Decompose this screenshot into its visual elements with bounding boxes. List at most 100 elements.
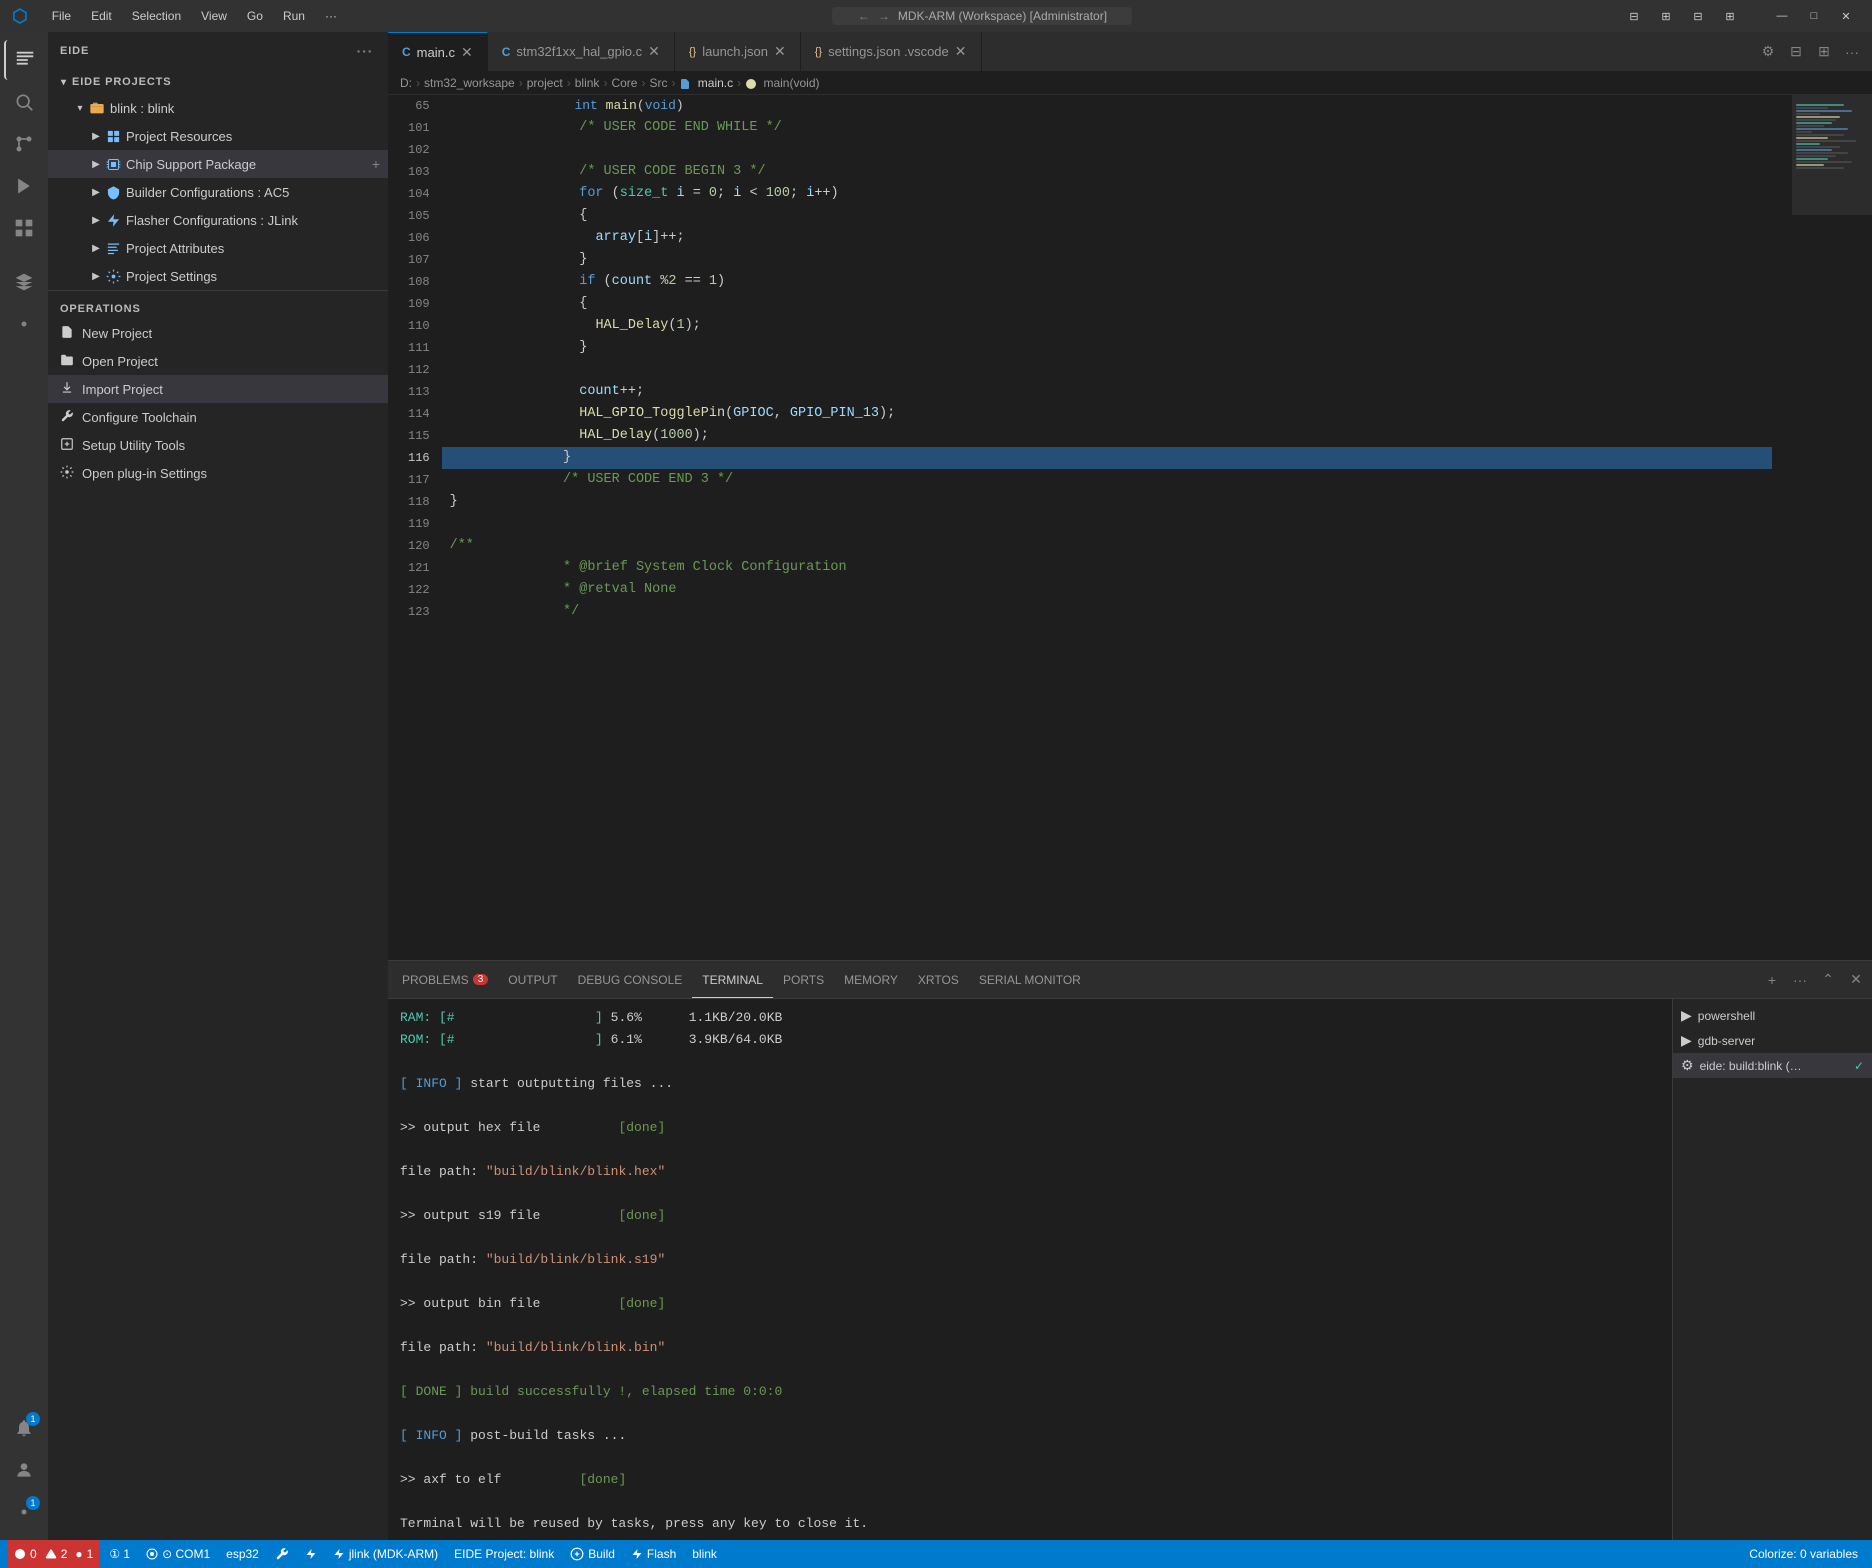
activity-notifications[interactable]: 1 [4, 1408, 44, 1448]
tab-settings-json[interactable]: {} settings.json .vscode ✕ [801, 32, 982, 71]
activity-embedded[interactable] [4, 262, 44, 302]
terminal-line-s19path: file path: "build/blink/blink.s19" [400, 1249, 1660, 1271]
breadcrumb-core[interactable]: Core [611, 76, 637, 90]
tabs-layout-btn[interactable]: ⊞ [1812, 40, 1836, 64]
activity-account[interactable] [4, 1450, 44, 1490]
sidebar-item-project-settings[interactable]: ▶ Project Settings [48, 262, 388, 290]
op-import-project[interactable]: Import Project [48, 375, 388, 403]
tab-main-c-close[interactable]: ✕ [461, 44, 473, 61]
terminal-tab-memory[interactable]: MEMORY [834, 961, 908, 998]
status-com1[interactable]: ⊙ COM1 [140, 1540, 216, 1568]
activity-source-control[interactable] [4, 124, 44, 164]
tab-launch-json[interactable]: {} launch.json ✕ [675, 32, 801, 71]
tab-stm32-label: stm32f1xx_hal_gpio.c [516, 44, 642, 59]
terminal-tab-terminal[interactable]: TERMINAL [692, 961, 773, 998]
status-flash-icon[interactable] [299, 1540, 323, 1568]
terminal-tab-output[interactable]: OUTPUT [498, 961, 567, 998]
tab-stm32-close[interactable]: ✕ [648, 43, 660, 60]
activity-run-debug[interactable] [4, 166, 44, 206]
layout-btn-3[interactable]: ⊟ [1684, 6, 1712, 26]
tabs-settings-btn[interactable]: ⚙ [1756, 40, 1780, 64]
breadcrumb-mainc[interactable]: main.c [679, 76, 733, 90]
terminal-tab-ports[interactable]: PORTS [773, 961, 834, 998]
shell-gdb-server[interactable]: ▶ gdb-server [1673, 1028, 1872, 1053]
status-jlink[interactable]: jlink (MDK-ARM) [327, 1540, 444, 1568]
terminal-tab-debug-console[interactable]: DEBUG CONSOLE [568, 961, 693, 998]
layout-btn-2[interactable]: ⊞ [1652, 6, 1680, 26]
nav-back[interactable]: ← [858, 9, 870, 23]
status-esp32[interactable]: esp32 [220, 1540, 265, 1568]
activity-settings-side[interactable] [4, 304, 44, 344]
terminal-more-btn[interactable]: ··· [1788, 968, 1812, 992]
menu-view[interactable]: View [193, 7, 235, 25]
status-flash-btn[interactable]: Flash [625, 1540, 682, 1568]
layout-btn-1[interactable]: ⊟ [1620, 6, 1648, 26]
terminal-close-btn[interactable]: ✕ [1844, 968, 1868, 992]
chip-support-icon [104, 155, 122, 173]
tab-stm32-hal[interactable]: C stm32f1xx_hal_gpio.c ✕ [488, 32, 675, 71]
sidebar-more-actions[interactable]: ··· [354, 40, 376, 62]
sidebar-item-project-resources[interactable]: ▶ Project Resources [48, 122, 388, 150]
sidebar-item-chip-support-package[interactable]: ▶ Chip Support Package + [48, 150, 388, 178]
sidebar-item-project-attributes[interactable]: ▶ Project Attributes [48, 234, 388, 262]
terminal-label: TERMINAL [702, 973, 763, 987]
terminal-tab-xrtos[interactable]: XRTOS [908, 961, 969, 998]
status-blink[interactable]: blink [686, 1540, 723, 1568]
terminal-output[interactable]: RAM: [# ] 5.6% 1.1KB/20.0KB ROM: [# ] 6.… [388, 999, 1672, 1540]
sidebar-item-builder-configs[interactable]: ▶ Builder Configurations : AC5 [48, 178, 388, 206]
breadcrumb-workspace[interactable]: stm32_worksape [424, 76, 515, 90]
activity-explorer[interactable] [4, 40, 44, 80]
shell-eide-build[interactable]: ⚙ eide: build:blink (… ✓ [1673, 1053, 1872, 1078]
breadcrumb-src[interactable]: Src [649, 76, 667, 90]
win-close-btn[interactable]: ✕ [1832, 6, 1860, 26]
code-lines[interactable]: int main(void) /* USER CODE END WHILE */… [442, 95, 1792, 960]
terminal-collapse-btn[interactable]: ⌃ [1816, 968, 1840, 992]
debug-console-label: DEBUG CONSOLE [578, 973, 683, 987]
tabs-split-btn[interactable]: ⊟ [1784, 40, 1808, 64]
breadcrumb-blink[interactable]: blink [575, 76, 600, 90]
terminal-tab-serial-monitor[interactable]: SERIAL MONITOR [969, 961, 1091, 998]
tab-settings-close[interactable]: ✕ [955, 43, 967, 60]
tabs-more-btn[interactable]: ··· [1840, 40, 1864, 64]
menu-edit[interactable]: Edit [83, 7, 120, 25]
menu-selection[interactable]: Selection [124, 7, 189, 25]
win-minimize-btn[interactable]: — [1768, 6, 1796, 26]
status-errors[interactable]: 0 2 ● 1 [8, 1540, 99, 1568]
operations-header: OPERATIONS [48, 299, 388, 319]
op-setup-utility-tools[interactable]: Setup Utility Tools [48, 431, 388, 459]
colorize-label: Colorize: 0 variables [1749, 1547, 1858, 1561]
breadcrumb-d[interactable]: D: [400, 76, 412, 90]
activity-extensions[interactable] [4, 208, 44, 248]
menu-go[interactable]: Go [239, 7, 271, 25]
layout-btn-4[interactable]: ⊞ [1716, 6, 1744, 26]
menu-file[interactable]: File [44, 7, 79, 25]
activity-manage[interactable]: 1 [4, 1492, 44, 1532]
blink-project-label: blink : blink [110, 101, 380, 116]
breadcrumb-main-void[interactable]: main(void) [745, 76, 819, 90]
tab-launch-close[interactable]: ✕ [774, 43, 786, 60]
sidebar-item-flasher-configs[interactable]: ▶ Flasher Configurations : JLink [48, 206, 388, 234]
blink-project[interactable]: ▾ blink : blink [48, 94, 388, 122]
status-build-btn[interactable]: Build [564, 1540, 621, 1568]
menu-run[interactable]: Run [275, 7, 313, 25]
status-build-icon[interactable] [269, 1540, 295, 1568]
status-eide-project[interactable]: EIDE Project: blink [448, 1540, 560, 1568]
breadcrumb-project[interactable]: project [527, 76, 563, 90]
op-open-project[interactable]: Open Project [48, 347, 388, 375]
op-open-plugin-settings[interactable]: Open plug-in Settings [48, 459, 388, 487]
tab-main-c[interactable]: C main.c ✕ [388, 32, 488, 71]
terminal-add-btn[interactable]: + [1760, 968, 1784, 992]
status-colorize[interactable]: Colorize: 0 variables [1743, 1540, 1864, 1568]
shell-powershell[interactable]: ▶ powershell [1673, 1003, 1872, 1028]
code-editor[interactable]: 65 101 102 103 104 105 106 107 108 109 1… [388, 95, 1872, 960]
menu-more[interactable]: ··· [317, 7, 345, 25]
eide-projects-header[interactable]: ▾ EIDE PROJECTS [48, 70, 388, 94]
op-configure-toolchain[interactable]: Configure Toolchain [48, 403, 388, 431]
terminal-tab-problems[interactable]: PROBLEMS 3 [392, 961, 498, 998]
status-info-item[interactable]: ① 1 [103, 1540, 136, 1568]
chip-support-add-btn[interactable]: + [372, 156, 380, 172]
activity-search[interactable] [4, 82, 44, 122]
win-maximize-btn[interactable]: □ [1800, 6, 1828, 26]
nav-fwd[interactable]: → [878, 9, 890, 23]
op-new-project[interactable]: New Project [48, 319, 388, 347]
